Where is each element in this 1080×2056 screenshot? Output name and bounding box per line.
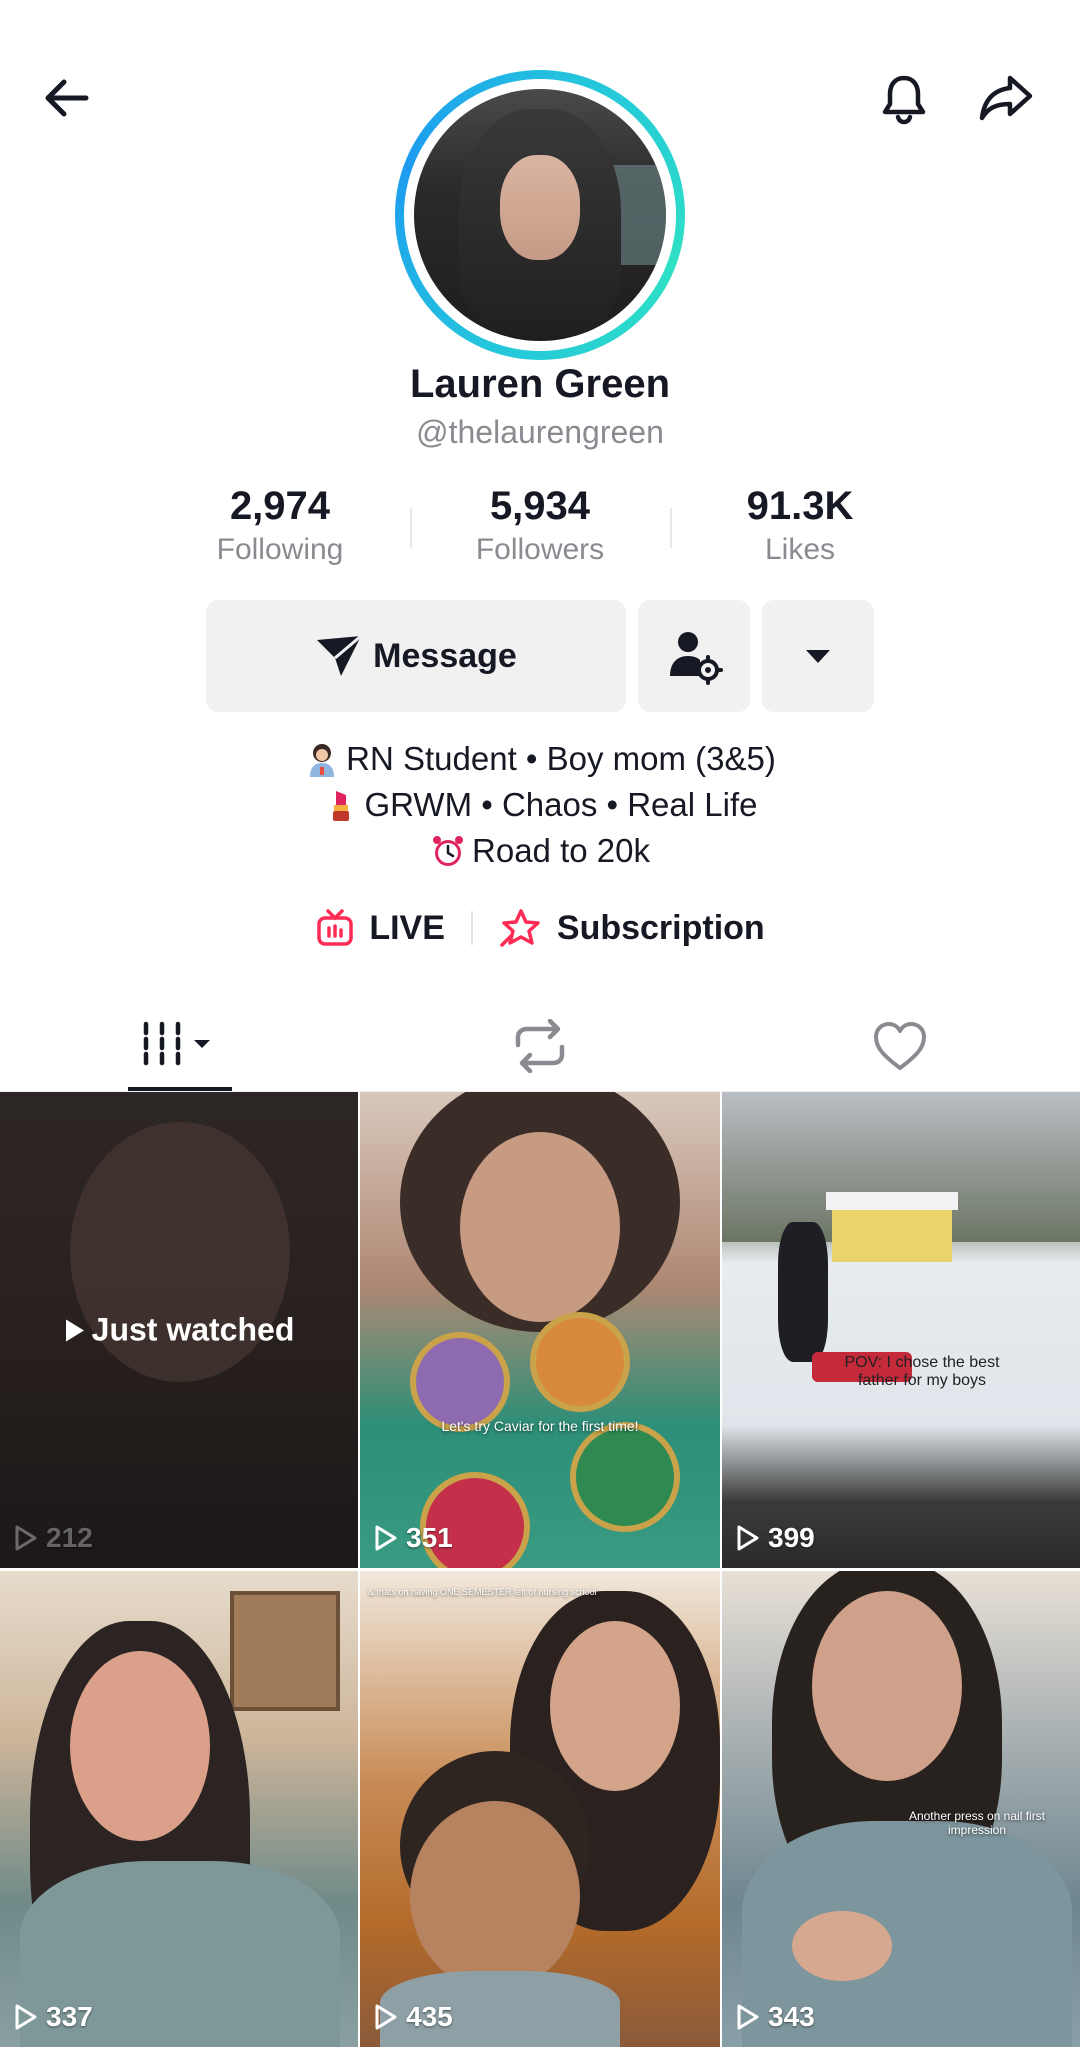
- subscription-link[interactable]: Subscription: [499, 908, 765, 948]
- paper-plane-icon: [317, 634, 363, 676]
- lipstick-emoji-icon: [332, 791, 349, 821]
- stat-value: 5,934: [489, 484, 591, 528]
- stat-value: 2,974: [229, 484, 331, 528]
- bio-line: Road to 20k: [0, 828, 1080, 874]
- link-divider: [470, 911, 473, 945]
- message-button[interactable]: Message: [206, 600, 626, 712]
- star-icon: [500, 909, 540, 947]
- profile-links: LIVE Subscription: [0, 908, 1080, 948]
- avatar-photo: [414, 89, 666, 341]
- back-button[interactable]: [30, 62, 102, 134]
- video-caption: Let's try Caviar for the first time!: [441, 1418, 639, 1434]
- tab-reposts[interactable]: [360, 1000, 720, 1091]
- bio: RN Student • Boy mom (3&5) GRWM • Chaos …: [0, 736, 1080, 874]
- play-icon: [15, 2004, 37, 2030]
- video-thumbnail[interactable]: & thats on having ONE SEMESTER left of n…: [360, 1571, 720, 2047]
- just-watched-label: Just watched: [0, 1312, 358, 1349]
- video-thumbnail[interactable]: Another press on nail first impression 3…: [722, 1571, 1080, 2047]
- alarm-clock-emoji-icon: [433, 836, 464, 866]
- live-link-label: LIVE: [369, 908, 445, 947]
- play-icon: [15, 1525, 37, 1551]
- person-gear-icon: [670, 632, 723, 685]
- view-count: 435: [374, 2001, 453, 2033]
- share-button[interactable]: [970, 62, 1042, 134]
- bio-line: GRWM • Chaos • Real Life: [0, 782, 1080, 828]
- video-thumbnail[interactable]: 337: [0, 1571, 358, 2047]
- stat-value: 91.3K: [746, 484, 854, 528]
- live-link[interactable]: LIVE: [315, 908, 445, 948]
- share-arrow-icon: [979, 75, 1033, 121]
- caret-down-icon: [806, 650, 830, 663]
- bio-line: RN Student • Boy mom (3&5): [0, 736, 1080, 782]
- play-icon: [375, 2004, 397, 2030]
- tab-videos[interactable]: [0, 1000, 360, 1091]
- stat-label: Following: [216, 533, 344, 566]
- username: @thelaurengreen: [416, 414, 664, 450]
- play-icon: [737, 2004, 759, 2030]
- tv-icon: [317, 909, 354, 946]
- grid-icon: [143, 1021, 210, 1070]
- subscription-link-label: Subscription: [556, 908, 765, 947]
- video-grid: Just watched 212 Let's try Caviar for th…: [0, 1092, 1080, 2047]
- health-worker-emoji-icon: [310, 744, 335, 777]
- stats-row: 2,974 Following 5,934 Followers 91.3K Li…: [150, 480, 930, 570]
- repost-icon: [515, 1018, 565, 1073]
- view-count: 343: [736, 2001, 815, 2033]
- friend-settings-button[interactable]: [638, 600, 750, 712]
- stat-label: Followers: [475, 533, 605, 566]
- bio-line-text: GRWM • Chaos • Real Life: [364, 786, 758, 823]
- view-count: 399: [736, 1522, 815, 1554]
- more-options-button[interactable]: [762, 600, 874, 712]
- display-name: Lauren Green: [409, 362, 671, 406]
- stat-label: Likes: [764, 533, 836, 566]
- bio-line-text: RN Student • Boy mom (3&5): [346, 740, 776, 777]
- view-count: 337: [14, 2001, 93, 2033]
- video-caption: & thats on having ONE SEMESTER left of n…: [368, 1587, 597, 1597]
- notifications-button[interactable]: [868, 62, 940, 134]
- video-thumbnail[interactable]: POV: I chose the best father for my boys…: [722, 1092, 1080, 1568]
- stat-followers[interactable]: 5,934 Followers: [410, 480, 670, 570]
- view-count: 351: [374, 1522, 453, 1554]
- video-thumbnail[interactable]: Just watched 212: [0, 1092, 358, 1568]
- play-icon: [737, 1525, 759, 1551]
- tab-liked[interactable]: [720, 1000, 1080, 1091]
- heart-icon: [874, 1021, 926, 1070]
- profile-actions: Message: [206, 600, 874, 712]
- arrow-left-icon: [45, 79, 89, 117]
- stat-following[interactable]: 2,974 Following: [150, 480, 410, 570]
- view-count: 212: [14, 1522, 93, 1554]
- play-icon: [65, 1319, 84, 1341]
- avatar[interactable]: [395, 70, 685, 360]
- stat-likes[interactable]: 91.3K Likes: [670, 480, 930, 570]
- video-caption: POV: I chose the best father for my boys: [844, 1354, 1000, 1389]
- video-thumbnail[interactable]: Let's try Caviar for the first time! 351: [360, 1092, 720, 1568]
- bio-line-text: Road to 20k: [472, 832, 650, 869]
- bell-icon: [882, 75, 926, 125]
- message-button-label: Message: [373, 636, 517, 675]
- content-tabs: [0, 1000, 1080, 1092]
- play-icon: [375, 1525, 397, 1551]
- video-caption: Another press on nail first impression: [908, 1809, 1046, 1837]
